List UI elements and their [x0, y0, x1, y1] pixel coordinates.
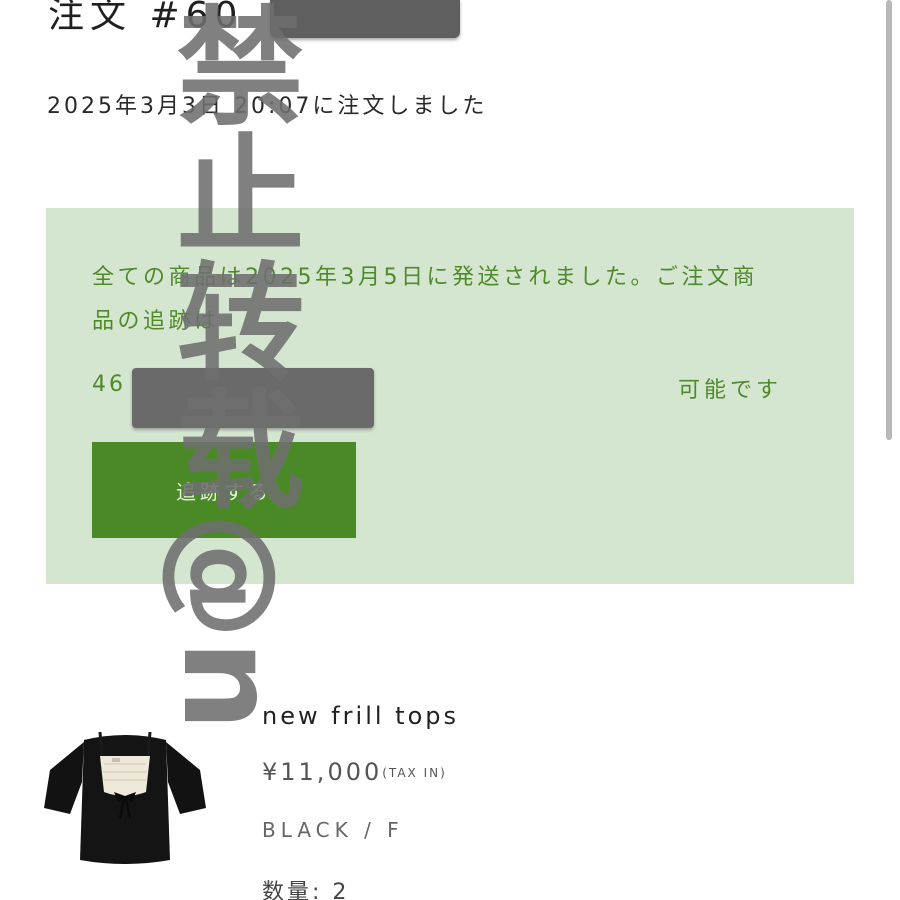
- black-top-illustration: [44, 731, 206, 864]
- redaction-bar-tracking-number: [132, 368, 374, 428]
- order-date: 2025年3月3日 20:07に注文しました: [47, 94, 488, 119]
- tracking-availability-text: 可能です: [678, 378, 783, 403]
- tax-note: (TAX IN): [382, 766, 447, 780]
- redaction-bar-order-number: [270, 0, 460, 38]
- shipping-message: 全ての商品は2025年3月5日に発送されました。ご注文商品の追跡は: [92, 265, 758, 334]
- product-name[interactable]: new frill tops: [262, 702, 459, 730]
- price-amount: ¥11,000: [262, 758, 383, 786]
- track-button[interactable]: 追跡する: [92, 442, 356, 538]
- product-variant: BLACK / F: [262, 818, 404, 842]
- product-image[interactable]: [40, 730, 210, 870]
- product-price: ¥11,000(TAX IN): [262, 758, 447, 786]
- product-quantity: 数量: 2: [262, 880, 350, 900]
- shipping-notice: 全ての商品は2025年3月5日に発送されました。ご注文商品の追跡は 46 可能で…: [46, 208, 854, 584]
- order-title: 注文 #60: [48, 0, 244, 36]
- order-line-item: new frill tops ¥11,000(TAX IN) BLACK / F…: [0, 680, 900, 900]
- scrollbar[interactable]: [886, 0, 892, 440]
- tracking-number-prefix: 46: [92, 372, 126, 397]
